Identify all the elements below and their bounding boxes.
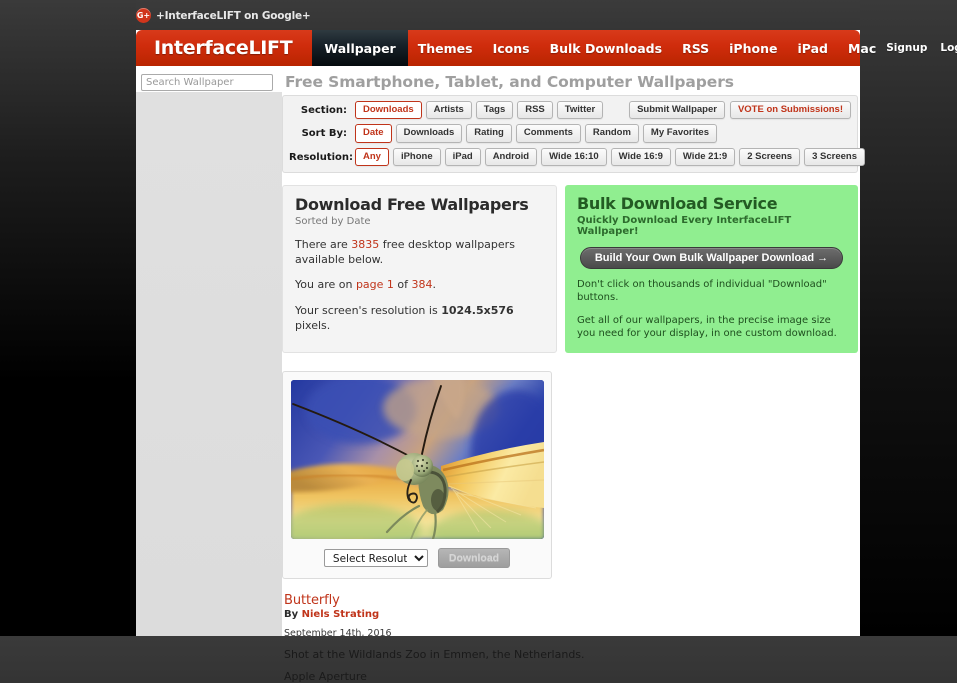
nav-item-bulk-downloads[interactable]: Bulk Downloads: [540, 30, 672, 66]
page-mid: of: [393, 278, 412, 292]
sort-btn-random[interactable]: Random: [584, 124, 639, 143]
res-btn-wide-16-9[interactable]: Wide 16:9: [610, 147, 671, 167]
nav-item-mac[interactable]: Mac: [838, 30, 886, 66]
nav-items: Wallpaper Themes Icons Bulk Downloads RS…: [312, 30, 886, 66]
res-btn-iphone[interactable]: iPhone: [392, 147, 441, 167]
download-card-heading: Download Free Wallpapers: [295, 195, 529, 215]
login-link[interactable]: Login: [940, 42, 957, 54]
sort-btn-comments[interactable]: Comments: [515, 124, 581, 143]
filter-row-resolution: Resolution: Any iPhone iPad Android Wide…: [289, 147, 865, 167]
download-card-subheading: Sorted by Date: [295, 215, 371, 227]
left-sidebar: [136, 92, 282, 636]
nav-item-iphone[interactable]: iPhone: [719, 30, 787, 66]
nav-item-icons[interactable]: Icons: [483, 30, 540, 66]
bulk-card-line2: Get all of our wallpapers, in the precis…: [577, 314, 837, 340]
section-right-actions: Submit Wallpaper VOTE on Submissions!: [629, 101, 851, 120]
section-btn-rss[interactable]: RSS: [517, 101, 553, 120]
nav-item-ipad[interactable]: iPad: [787, 30, 838, 66]
sort-by-label: Sort By:: [301, 128, 347, 140]
screen-resolution-value: 1024.5x576: [441, 304, 514, 318]
res-suffix: pixels.: [295, 319, 331, 333]
current-page-link[interactable]: page 1: [356, 278, 394, 291]
page-suffix: .: [432, 278, 437, 292]
res-btn-2-screens[interactable]: 2 Screens: [739, 147, 801, 167]
wallpaper-count-text: There are 3835 free desktop wallpapers a…: [295, 238, 544, 268]
wallpaper-thumbnail[interactable]: [291, 379, 544, 539]
screen-resolution-text: Your screen's resolution is 1024.5x576 p…: [295, 304, 544, 334]
nav-item-wallpaper[interactable]: Wallpaper: [312, 30, 408, 66]
by-prefix: By: [284, 608, 302, 620]
res-btn-android[interactable]: Android: [484, 147, 538, 167]
wallpaper-camera-software: Apple Aperture: [284, 669, 367, 683]
sort-btn-my-favorites[interactable]: My Favorites: [642, 124, 717, 143]
site-logo[interactable]: InterfaceLIFT: [136, 30, 312, 66]
page-position-text: You are on page 1 of 384.: [295, 278, 544, 293]
res-btn-3-screens[interactable]: 3 Screens: [804, 147, 865, 167]
resolution-label: Resolution:: [289, 151, 354, 163]
search-box: [141, 70, 273, 91]
sort-btn-rating[interactable]: Rating: [466, 124, 512, 143]
signup-link[interactable]: Signup: [886, 42, 927, 54]
search-input[interactable]: [141, 74, 273, 91]
google-plus-label: +InterfaceLIFT on Google+: [156, 9, 311, 22]
download-button[interactable]: Download: [437, 547, 511, 568]
res-btn-any[interactable]: Any: [355, 147, 389, 167]
main-navigation-bar: InterfaceLIFT Wallpaper Themes Icons Bul…: [136, 30, 957, 66]
filter-panel: Section: Downloads Artists Tags RSS Twit…: [282, 95, 865, 174]
wallpaper-author-link[interactable]: Niels Strating: [302, 609, 380, 620]
submit-wallpaper-button[interactable]: Submit Wallpaper: [629, 101, 725, 120]
wallpaper-date: September 14th, 2016: [284, 627, 392, 639]
section-label: Section:: [300, 104, 347, 116]
wallpaper-description: Shot at the Wildlands Zoo in Emmen, the …: [284, 647, 585, 661]
filter-row-sort-by: Sort By: Date Downloads Rating Comments …: [289, 124, 851, 143]
total-pages: 384: [411, 278, 433, 292]
left-dark-backdrop: [0, 0, 136, 636]
select-resolution-dropdown[interactable]: Select Resolution:: [323, 548, 428, 567]
wallpaper-card: Select Resolution: Download: [282, 370, 552, 579]
bulk-card-subheading: Quickly Download Every InterfaceLIFT Wal…: [577, 214, 792, 237]
sort-btn-downloads[interactable]: Downloads: [395, 124, 463, 143]
google-plus-icon: G+: [136, 8, 151, 23]
butterfly-photo: [291, 379, 544, 539]
bulk-card-line1: Don't click on thousands of individual "…: [577, 278, 827, 304]
main-content: Free Smartphone, Tablet, and Computer Wa…: [282, 66, 865, 683]
wallpaper-meta: Butterfly By Niels Strating September 14…: [282, 593, 860, 683]
sort-btn-date[interactable]: Date: [355, 124, 392, 143]
section-btn-twitter[interactable]: Twitter: [556, 101, 604, 120]
page-title: Free Smartphone, Tablet, and Computer Wa…: [285, 73, 734, 91]
nav-account-links: Signup Login: [886, 30, 957, 66]
nav-item-rss[interactable]: RSS: [672, 30, 719, 66]
google-plus-badge[interactable]: G+ +InterfaceLIFT on Google+: [136, 8, 311, 23]
wallpaper-count: 3835: [351, 237, 380, 251]
nav-item-themes[interactable]: Themes: [408, 30, 483, 66]
res-prefix: Your screen's resolution is: [295, 304, 442, 318]
bulk-card-heading: Bulk Download Service: [577, 194, 778, 214]
res-btn-ipad[interactable]: iPad: [444, 147, 481, 167]
download-free-wallpapers-card: Download Free Wallpapers Sorted by Date …: [282, 185, 557, 353]
info-cards: Download Free Wallpapers Sorted by Date …: [282, 185, 858, 353]
count-prefix: There are: [295, 237, 352, 251]
build-bulk-download-button[interactable]: Build Your Own Bulk Wallpaper Download →: [579, 246, 844, 269]
wallpaper-controls: Select Resolution: Download: [291, 547, 543, 570]
section-btn-tags[interactable]: Tags: [475, 101, 514, 120]
wallpaper-title[interactable]: Butterfly: [284, 593, 860, 608]
vote-on-submissions-button[interactable]: VOTE on Submissions!: [729, 101, 851, 120]
section-btn-artists[interactable]: Artists: [425, 101, 472, 120]
filter-row-section: Section: Downloads Artists Tags RSS Twit…: [289, 101, 851, 120]
wallpaper-author-line: By Niels Strating: [284, 609, 860, 620]
res-btn-wide-21-9[interactable]: Wide 21:9: [674, 147, 736, 167]
bulk-download-service-card: Bulk Download Service Quickly Download E…: [565, 185, 858, 353]
section-btn-downloads[interactable]: Downloads: [355, 101, 422, 120]
res-btn-wide-16-10[interactable]: Wide 16:10: [541, 147, 607, 167]
page-prefix: You are on: [295, 278, 356, 292]
